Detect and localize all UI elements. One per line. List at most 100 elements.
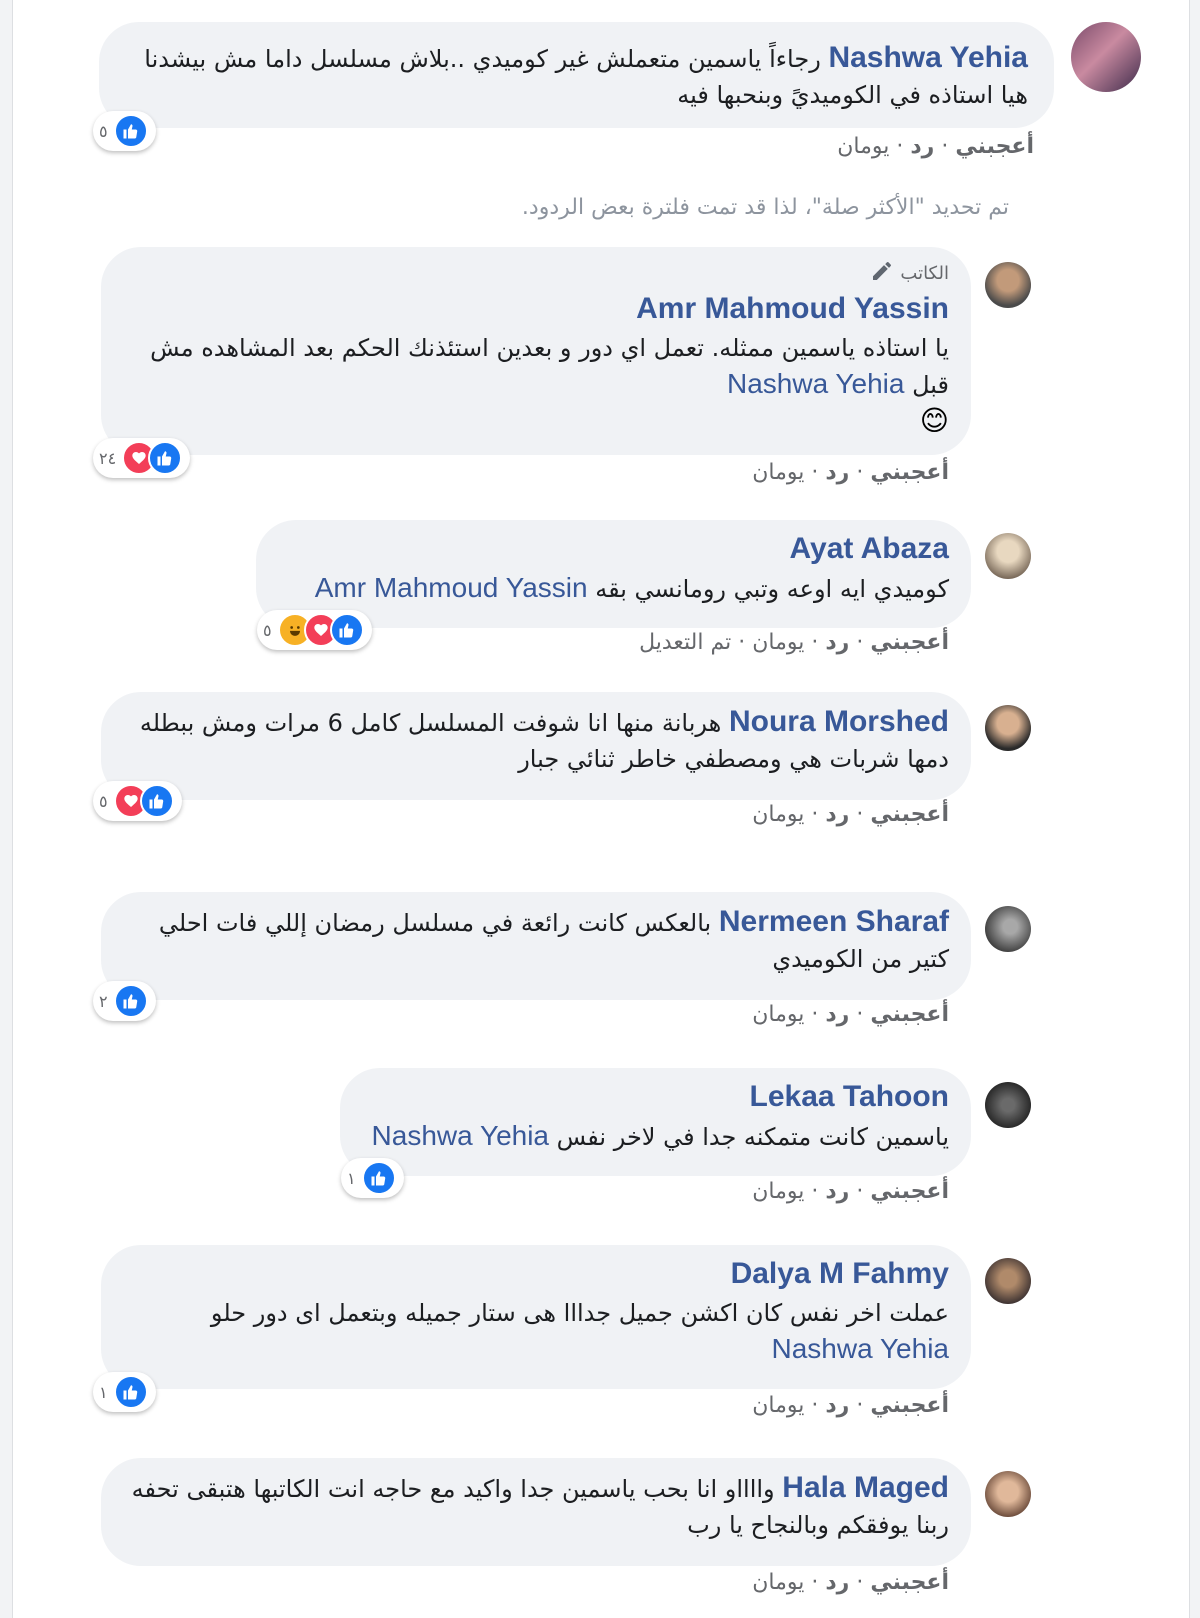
separator: · [896,134,904,159]
separator: · [811,1393,819,1418]
comment-time[interactable]: يومان [752,1179,804,1204]
reaction-summary[interactable]: ٢٤ [93,438,191,478]
like-reaction-icon [113,114,148,148]
reply-link[interactable]: رد [825,1002,849,1027]
comment-author[interactable]: Amr Mahmoud Yassin [123,292,949,326]
mention-link[interactable]: Nashwa Yehia [372,1120,549,1151]
reaction-count: ١ [347,1168,356,1188]
reaction-count: ٥ [99,121,108,141]
comment-author[interactable]: Dalya M Fahmy [123,1257,949,1291]
comment-text: ياسمين كانت متمكنه جدا في لاخر نفس [556,1123,949,1151]
mention-link[interactable]: Nashwa Yehia [772,1333,949,1364]
comment-bubble: Noura Morshed هربانة منها انا شوفت المسل… [101,692,971,800]
comment-time[interactable]: يومان [752,460,804,485]
avatar[interactable] [1071,22,1141,92]
like-link[interactable]: أعجبني [870,460,949,485]
avatar[interactable] [985,1258,1031,1304]
separator: · [856,1179,864,1204]
filter-notice: تم تحديد "الأكثر صلة"، لذا قد تمت فلترة … [521,195,1009,220]
like-reaction-icon [113,984,148,1018]
comment-bubble: Hala Maged وااااو انا بحب ياسمين جدا واك… [101,1458,971,1566]
separator: · [811,630,819,655]
comment-time[interactable]: يومان [752,1002,804,1027]
comment-text: كوميدي ايه اوعه وتبي رومانسي بقه [595,575,949,603]
separator: · [856,460,864,485]
reaction-count: ١ [99,1382,108,1402]
separator: · [856,1002,864,1027]
comment-actions: أعجبني · رد · يومان · تم التعديل [639,630,949,655]
comment-bubble: الكاتب Amr Mahmoud Yassin يا استاذه ياسم… [101,247,971,455]
like-link[interactable]: أعجبني [870,630,949,655]
avatar[interactable] [985,705,1031,751]
comment-time[interactable]: يومان [752,630,804,655]
reaction-count: ٢٤ [99,448,117,468]
like-link[interactable]: أعجبني [870,802,949,827]
comment-time[interactable]: يومان [837,134,889,159]
reaction-count: ٢ [99,991,108,1011]
reaction-summary[interactable]: ٥ [257,610,372,650]
like-reaction-icon [113,1375,148,1409]
comment-author[interactable]: Lekaa Tahoon [362,1080,949,1114]
separator: · [856,630,864,655]
comment-text: عملت اخر نفس كان اكشن جميل جدااا هى ستار… [210,1299,949,1327]
reply-link[interactable]: رد [825,1570,849,1595]
separator: · [811,460,819,485]
like-link[interactable]: أعجبني [870,1179,949,1204]
comment-time[interactable]: يومان [752,1393,804,1418]
comment-bubble: Ayat Abaza كوميدي ايه اوعه وتبي رومانسي … [256,520,971,628]
reaction-summary[interactable]: ٥ [93,111,156,151]
comment-author[interactable]: Nashwa Yehia [828,41,1028,74]
avatar[interactable] [985,533,1031,579]
comment-author[interactable]: Nermeen Sharaf [719,905,949,938]
comment-actions: أعجبني · رد · يومان [752,1179,949,1204]
comment-time[interactable]: يومان [752,802,804,827]
reply-link[interactable]: رد [825,1179,849,1204]
reply-link[interactable]: رد [825,802,849,827]
comment-actions: أعجبني · رد · يومان [752,460,949,485]
reply-link[interactable]: رد [825,1393,849,1418]
comment-actions: أعجبني · رد · يومان [837,134,1034,159]
pencil-icon [870,259,894,288]
like-reaction-icon [329,613,364,647]
separator: · [738,630,746,655]
comments-panel: Nashwa Yehia رجاءاً ياسمين متعملش غير كو… [12,0,1190,1618]
reaction-count: ٥ [99,791,108,811]
reaction-summary[interactable]: ٢ [93,981,156,1021]
like-link[interactable]: أعجبني [870,1002,949,1027]
separator: · [811,802,819,827]
mention-link[interactable]: Amr Mahmoud Yassin [315,572,588,603]
smiling-face-emoji: 😊 [919,404,949,437]
like-reaction-icon [361,1161,396,1195]
comment-actions: أعجبني · رد · يومان [752,802,949,827]
separator: · [811,1179,819,1204]
separator: · [941,134,949,159]
avatar[interactable] [985,906,1031,952]
comment-time[interactable]: يومان [752,1570,804,1595]
edited-label[interactable]: تم التعديل [639,630,731,655]
author-badge-label: الكاتب [900,263,949,284]
reply-link[interactable]: رد [825,460,849,485]
comment-bubble: Nashwa Yehia رجاءاً ياسمين متعملش غير كو… [99,22,1054,128]
comment-author[interactable]: Hala Maged [782,1471,949,1504]
avatar[interactable] [985,1082,1031,1128]
comment-actions: أعجبني · رد · يومان [752,1002,949,1027]
comment-author[interactable]: Noura Morshed [729,705,949,738]
like-link[interactable]: أعجبني [870,1570,949,1595]
reaction-summary[interactable]: ١ [93,1372,156,1412]
separator: · [856,1393,864,1418]
comment-actions: أعجبني · رد · يومان [752,1570,949,1595]
reaction-summary[interactable]: ٥ [93,781,182,821]
separator: · [811,1570,819,1595]
reaction-count: ٥ [263,620,272,640]
like-link[interactable]: أعجبني [870,1393,949,1418]
reaction-summary[interactable]: ١ [341,1158,404,1198]
reply-link[interactable]: رد [910,134,934,159]
avatar[interactable] [985,1471,1031,1517]
comment-actions: أعجبني · رد · يومان [752,1393,949,1418]
like-link[interactable]: أعجبني [955,134,1034,159]
mention-link[interactable]: Nashwa Yehia [727,368,904,399]
reply-link[interactable]: رد [825,630,849,655]
comment-author[interactable]: Ayat Abaza [278,532,950,566]
separator: · [811,1002,819,1027]
avatar[interactable] [985,262,1031,308]
